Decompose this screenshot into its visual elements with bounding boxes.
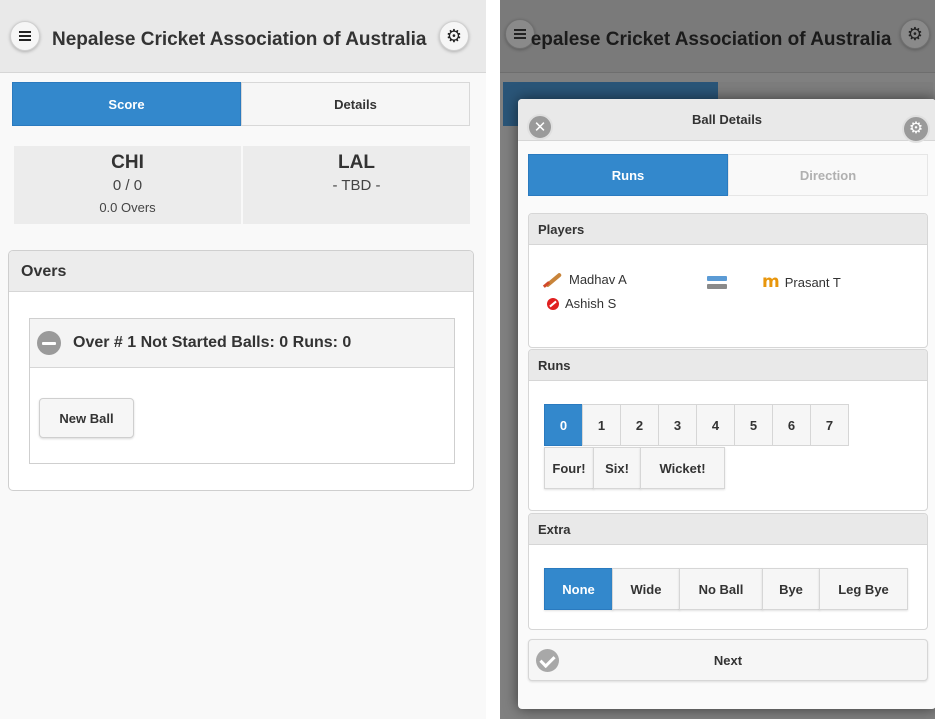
app-header: Nepalese Cricket Association of Australi… xyxy=(500,0,935,73)
players-title: Players xyxy=(529,214,927,245)
runs-title: Runs xyxy=(529,350,927,381)
over-title: Over # 1 Not Started Balls: 0 Runs: 0 xyxy=(73,334,352,351)
run-1-button[interactable]: 1 xyxy=(582,404,621,446)
minus-icon xyxy=(37,331,61,355)
overs-panel-title[interactable]: Overs xyxy=(9,251,473,292)
extra-none-button[interactable]: None xyxy=(544,568,613,610)
check-icon xyxy=(536,649,559,672)
team-overs: 0.0 Overs xyxy=(99,200,156,215)
run-7-button[interactable]: 7 xyxy=(810,404,849,446)
ball-details-dialog: ✕ Ball Details ⚙ Runs Direction Players … xyxy=(518,99,935,709)
menu-button[interactable] xyxy=(10,21,40,51)
dialog-tabs: Runs Direction xyxy=(528,154,928,196)
next-label: Next xyxy=(713,652,743,668)
gear-icon: ⚙ xyxy=(445,26,463,46)
players-section: Players Madhav A Ashish S m Prasant T xyxy=(528,213,928,348)
extra-no-ball-button[interactable]: No Ball xyxy=(679,568,763,610)
team-score: 0 / 0 xyxy=(112,177,143,194)
runs-special-row: Four! Six! Wicket! xyxy=(544,447,725,489)
hamburger-icon xyxy=(19,31,31,41)
run-5-button[interactable]: 5 xyxy=(734,404,773,446)
extra-section: Extra None Wide No Ball Bye Leg Bye xyxy=(528,513,928,630)
run-6-button[interactable]: 6 xyxy=(772,404,811,446)
score-screen: Nepalese Cricket Association of Australi… xyxy=(0,0,486,719)
team-away: LAL - TBD - xyxy=(243,146,470,224)
tab-runs[interactable]: Runs xyxy=(528,154,728,196)
new-ball-button[interactable]: New Ball xyxy=(39,398,134,438)
bowler-player[interactable]: Ashish S xyxy=(547,296,616,311)
extra-row: None Wide No Ball Bye Leg Bye xyxy=(544,568,908,610)
runs-section: Runs 0 1 2 3 4 5 6 7 Four! Six! Wicket! xyxy=(528,349,928,511)
gear-icon: ⚙ xyxy=(906,24,924,44)
app-header: Nepalese Cricket Association of Australi… xyxy=(0,0,486,73)
non-striker-icon: m xyxy=(762,272,780,292)
dialog-title: Ball Details xyxy=(691,112,763,127)
over-header[interactable]: Over # 1 Not Started Balls: 0 Runs: 0 xyxy=(30,319,454,368)
tab-score[interactable]: Score xyxy=(12,82,241,126)
extra-leg-bye-button[interactable]: Leg Bye xyxy=(819,568,908,610)
extra-wide-button[interactable]: Wide xyxy=(612,568,680,610)
run-2-button[interactable]: 2 xyxy=(620,404,659,446)
over-collapsible: Over # 1 Not Started Balls: 0 Runs: 0 Ne… xyxy=(29,318,455,464)
cricket-ball-icon xyxy=(547,297,559,310)
striker-player[interactable]: Madhav A xyxy=(543,271,627,287)
dialog-header: ✕ Ball Details ⚙ xyxy=(518,99,935,143)
runs-number-row: 0 1 2 3 4 5 6 7 xyxy=(544,404,849,446)
ball-details-screen: Nepalese Cricket Association of Australi… xyxy=(500,0,935,719)
team-home: CHI 0 / 0 0.0 Overs xyxy=(14,146,241,224)
bat-icon xyxy=(543,271,563,287)
scoreboard: CHI 0 / 0 0.0 Overs LAL - TBD - xyxy=(14,146,470,224)
team-score: - TBD - xyxy=(332,177,381,194)
striker-name: Madhav A xyxy=(569,271,627,287)
swap-batsmen-icon[interactable] xyxy=(707,274,727,292)
bowler-name: Ashish S xyxy=(565,296,617,311)
wicket-button[interactable]: Wicket! xyxy=(640,447,725,489)
run-3-button[interactable]: 3 xyxy=(658,404,697,446)
settings-button[interactable]: ⚙ xyxy=(439,21,469,51)
extra-title: Extra xyxy=(529,514,927,545)
gear-icon[interactable]: ⚙ xyxy=(902,115,930,143)
main-tabs: Score Details xyxy=(12,82,470,126)
team-name: LAL xyxy=(338,152,375,173)
run-0-button[interactable]: 0 xyxy=(544,404,583,446)
non-striker-name: Prasant T xyxy=(784,274,841,290)
next-button[interactable]: Next xyxy=(528,639,928,681)
extra-bye-button[interactable]: Bye xyxy=(762,568,820,610)
non-striker-player[interactable]: m Prasant T xyxy=(762,272,841,292)
tab-details[interactable]: Details xyxy=(241,82,470,126)
overs-panel: Overs Over # 1 Not Started Balls: 0 Runs… xyxy=(8,250,474,491)
page-title: Nepalese Cricket Association of Australi… xyxy=(52,29,427,50)
hamburger-icon xyxy=(514,29,526,39)
tab-direction[interactable]: Direction xyxy=(728,154,928,196)
four-button[interactable]: Four! xyxy=(544,447,594,489)
run-4-button[interactable]: 4 xyxy=(696,404,735,446)
team-name: CHI xyxy=(111,152,144,173)
six-button[interactable]: Six! xyxy=(593,447,641,489)
page-title: Nepalese Cricket Association of Australi… xyxy=(531,29,892,50)
settings-button[interactable]: ⚙ xyxy=(900,19,930,49)
